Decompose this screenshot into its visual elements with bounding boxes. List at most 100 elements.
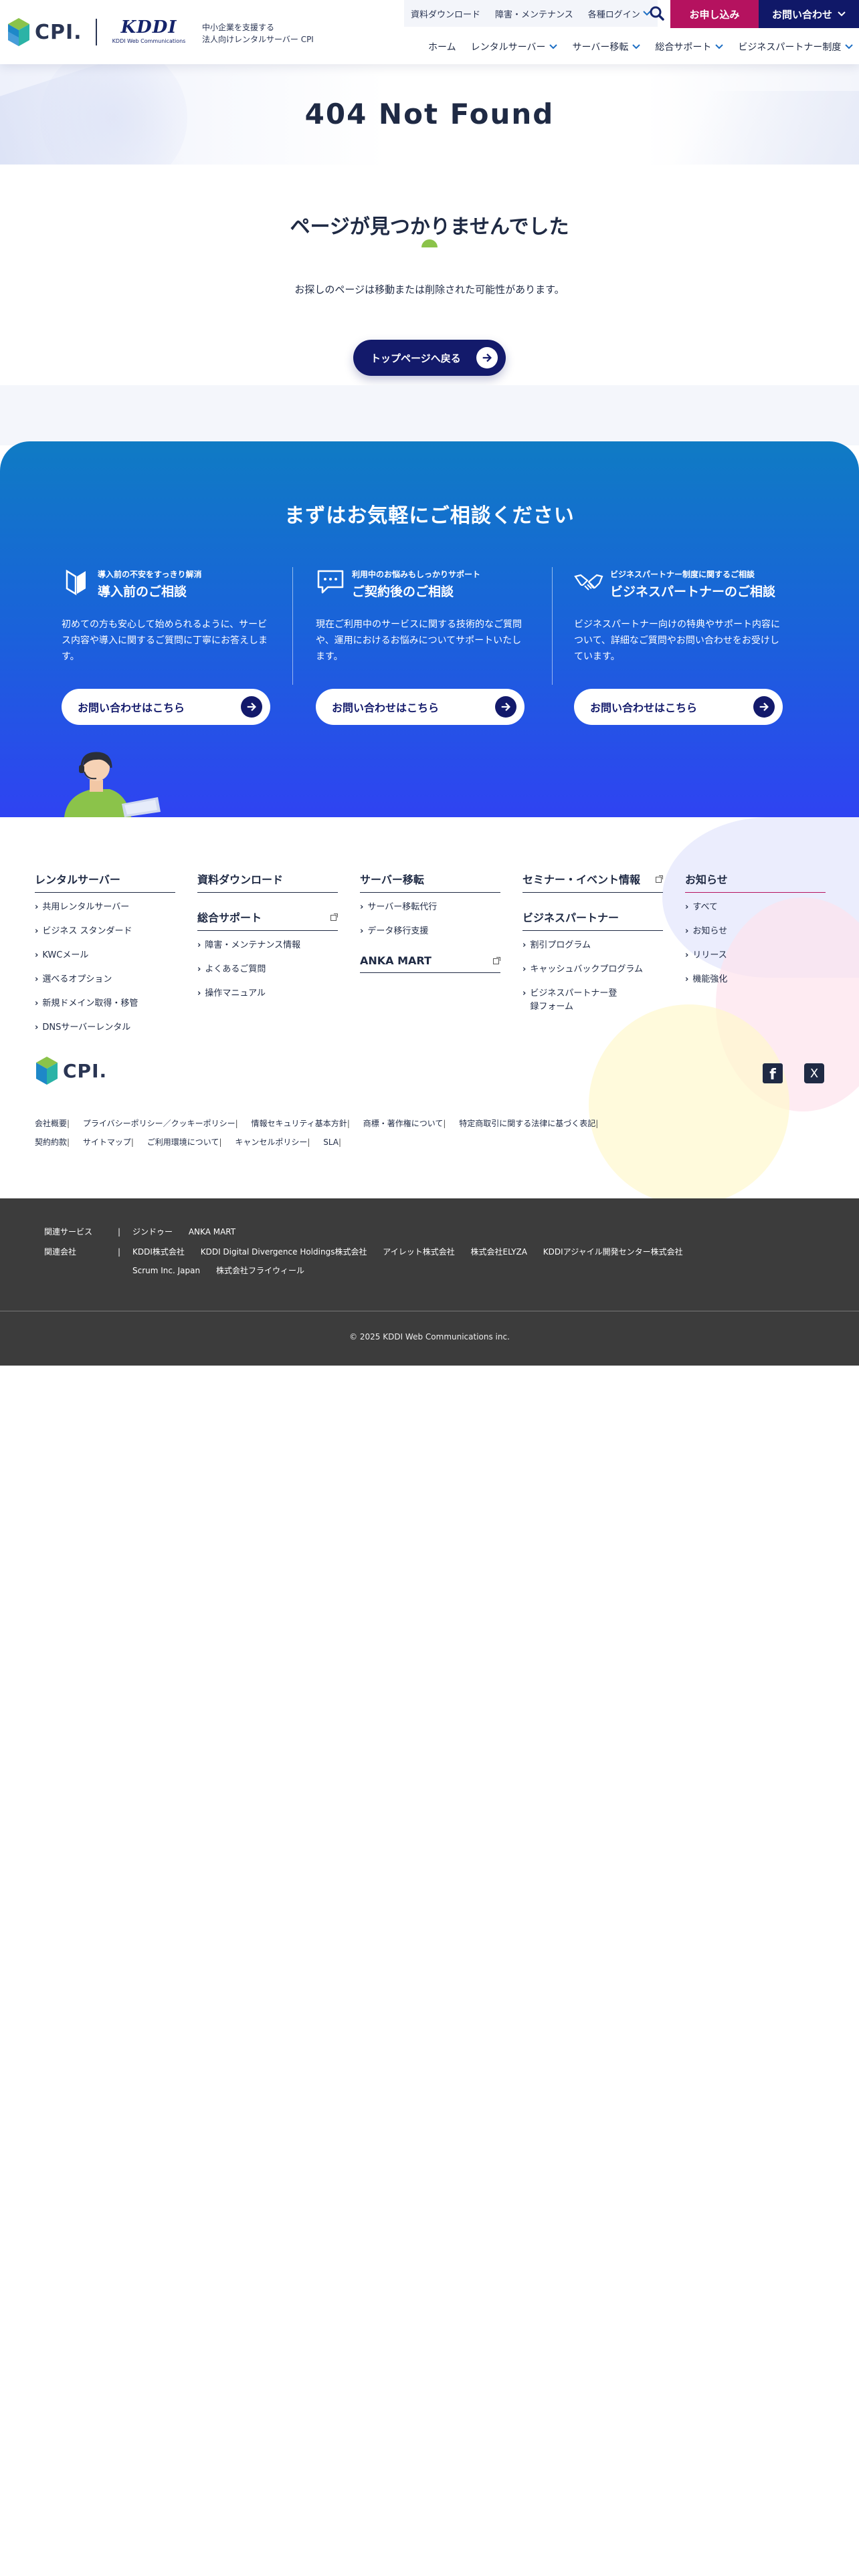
not-found-heading: ページが見つかりませんでした xyxy=(290,215,569,239)
legal-link[interactable]: プライバシーポリシー／クッキーポリシー xyxy=(83,1119,235,1128)
footer-head-seminar[interactable]: セミナー・イベント情報 xyxy=(522,871,663,893)
nav-business-partner[interactable]: ビジネスパートナー制度 xyxy=(738,40,854,53)
util-download-link[interactable]: 資料ダウンロード xyxy=(411,7,480,20)
footer-head-anka-mart[interactable]: ANKA MART xyxy=(360,954,500,973)
search-button[interactable] xyxy=(646,3,668,24)
legal-link[interactable]: 特定商取引に関する法律に基づく表記 xyxy=(459,1119,595,1128)
footer-link[interactable]: › お知らせ xyxy=(685,925,826,938)
separator: | xyxy=(235,1119,238,1128)
external-link-icon xyxy=(656,875,663,883)
separator: | xyxy=(347,1119,350,1128)
x-twitter-icon[interactable]: X xyxy=(804,1063,824,1083)
util-maintenance-link[interactable]: 障害・メンテナンス xyxy=(495,7,573,20)
footer-link[interactable]: › よくあるご質問 xyxy=(197,963,338,976)
consult-card-post: 利用中のお悩みもしっかりサポート ご契約後のご相談 現在ご利用中のサービスに関す… xyxy=(316,567,537,728)
related-company-link[interactable]: Scrum Inc. Japan xyxy=(132,1266,200,1275)
related-company-link[interactable]: アイレット株式会社 xyxy=(383,1247,454,1257)
footer-link[interactable]: › 障害・メンテナンス情報 xyxy=(197,939,338,952)
footer-link-label: お知らせ xyxy=(692,926,728,936)
nav-support[interactable]: 総合サポート xyxy=(655,40,724,53)
footer-head-label: セミナー・イベント情報 xyxy=(522,873,641,886)
related-company-link[interactable]: KDDIアジャイル開発センター株式会社 xyxy=(543,1247,683,1257)
footer-decoration xyxy=(589,1004,789,1198)
contact-pre-button[interactable]: お問い合わせはこちら xyxy=(62,689,270,725)
footer-link[interactable]: › ビジネスパートナー登録フォーム xyxy=(522,987,623,1014)
footer-link[interactable]: › ビジネス スタンダード xyxy=(35,925,175,938)
footer-link[interactable]: › 共用レンタルサーバー xyxy=(35,901,175,914)
arrow-right-icon xyxy=(241,696,262,718)
card-kicker: 導入前の不安をすっきり解消 xyxy=(98,570,202,579)
card-kicker: ビジネスパートナー制度に関するご相談 xyxy=(610,570,755,579)
separator: | xyxy=(443,1119,446,1128)
consult-card-pre: 導入前の不安をすっきり解消 導入前のご相談 初めての方も安心して始められるように… xyxy=(62,567,282,728)
footer-link-label: 機能強化 xyxy=(692,974,728,984)
utility-nav: 資料ダウンロード 障害・メンテナンス 各種ログイン xyxy=(404,0,658,27)
footer-link[interactable]: › データ移行支援 xyxy=(360,925,500,938)
related-company-link[interactable]: 株式会社ELYZA xyxy=(471,1247,527,1257)
legal-link[interactable]: サイトマップ xyxy=(83,1138,131,1147)
footer-link[interactable]: › 新規ドメイン取得・移管 xyxy=(35,997,175,1010)
footer-link[interactable]: › 割引プログラム xyxy=(522,939,663,952)
contact-button[interactable]: お問い合わせ xyxy=(759,0,859,28)
legal-link[interactable]: 情報セキュリティ基本方針 xyxy=(252,1119,347,1128)
legal-link[interactable]: 会社概要 xyxy=(35,1119,67,1128)
footer-head-download[interactable]: 資料ダウンロード xyxy=(197,871,338,893)
footer-link[interactable]: › サーバー移転代行 xyxy=(360,901,500,914)
footer-col-news: お知らせ › すべて › お知らせ › リリース › 機能強化 xyxy=(685,871,826,997)
footer-link[interactable]: › すべて xyxy=(685,901,826,914)
chevron-right-icon: › xyxy=(685,902,689,912)
footer-head-business-partner[interactable]: ビジネスパートナー xyxy=(522,909,663,931)
contact-post-button[interactable]: お問い合わせはこちら xyxy=(316,689,524,725)
footer-link-label: すべて xyxy=(692,902,718,912)
separator: | xyxy=(595,1119,599,1128)
related-service-link[interactable]: ANKA MART xyxy=(189,1227,235,1237)
legal-link[interactable]: 契約約款 xyxy=(35,1138,67,1147)
chat-bubble-icon xyxy=(317,570,344,594)
apply-button[interactable]: お申し込み xyxy=(670,0,759,28)
footer-link[interactable]: › リリース xyxy=(685,949,826,962)
back-to-top-button[interactable]: トップページへ戻る xyxy=(353,340,506,376)
related-company-link[interactable]: KDDI Digital Divergence Holdings株式会社 xyxy=(201,1247,367,1257)
separator: | xyxy=(67,1119,70,1128)
footer-link[interactable]: › キャッシュバックプログラム xyxy=(522,963,663,976)
separator: | xyxy=(219,1138,222,1147)
kddi-logo[interactable]: KDDI KDDI Web Communications xyxy=(110,17,187,47)
footer-link-label: データ移行支援 xyxy=(367,926,429,936)
footer-col-download-support: 資料ダウンロード 総合サポート › 障害・メンテナンス情報 › よくあるご質問 › 操… xyxy=(197,871,338,1011)
header-tagline: 中小企業を支援する 法人向けレンタルサーバー CPI xyxy=(202,21,314,45)
util-login-menu[interactable]: 各種ログイン xyxy=(588,7,651,20)
footer-link[interactable]: › DNSサーバーレンタル xyxy=(35,1021,175,1035)
consultation-section: まずはお気軽にご相談ください 導入前の不安をすっきり解消 導入前のご相談 初めて… xyxy=(0,441,859,817)
nav-home[interactable]: ホーム xyxy=(428,40,456,53)
footer-link-label: ビジネス スタンダード xyxy=(42,926,132,936)
legal-link[interactable]: ご利用環境について xyxy=(147,1138,219,1147)
contact-partner-button[interactable]: お問い合わせはこちら xyxy=(574,689,783,725)
related-company-link[interactable]: 株式会社フライウィール xyxy=(216,1266,304,1275)
nav-rental-server[interactable]: レンタルサーバー xyxy=(471,40,558,53)
footer-link[interactable]: › 選べるオプション xyxy=(35,973,175,986)
footer-head-news[interactable]: お知らせ xyxy=(685,871,826,893)
tagline-line2: 法人向けレンタルサーバー CPI xyxy=(202,35,314,44)
footer-link[interactable]: › KWCメール xyxy=(35,949,175,962)
legal-link[interactable]: キャンセルポリシー xyxy=(235,1138,307,1147)
footer-head-rental-server[interactable]: レンタルサーバー xyxy=(35,871,175,893)
footer-link[interactable]: › 操作マニュアル xyxy=(197,987,338,1000)
footer-head-migration[interactable]: サーバー移転 xyxy=(360,871,500,893)
nav-server-migration[interactable]: サーバー移転 xyxy=(572,40,641,53)
footer-cpi-logo[interactable]: CPI. xyxy=(35,1055,107,1086)
footer-link[interactable]: › 機能強化 xyxy=(685,973,826,986)
footer-head-support[interactable]: 総合サポート xyxy=(197,909,338,931)
search-icon xyxy=(650,6,664,21)
legal-links: 会社概要| プライバシーポリシー／クッキーポリシー| 情報セキュリティ基本方針|… xyxy=(35,1114,771,1152)
separator: | xyxy=(118,1247,121,1257)
related-services-label: 関連サービス xyxy=(44,1227,93,1237)
facebook-icon[interactable]: f xyxy=(763,1063,783,1083)
related-company-link[interactable]: KDDI株式会社 xyxy=(132,1247,185,1257)
tagline-line1: 中小企業を支援する xyxy=(202,23,275,32)
card-button-label: お問い合わせはこちら xyxy=(590,702,698,714)
related-service-link[interactable]: ジンドゥー xyxy=(132,1227,173,1237)
cpi-logo[interactable]: CPI. xyxy=(7,15,87,49)
legal-link[interactable]: 商標・著作権について xyxy=(363,1119,444,1128)
legal-link[interactable]: SLA xyxy=(323,1138,339,1147)
cpi-logo-text: CPI. xyxy=(35,20,82,44)
